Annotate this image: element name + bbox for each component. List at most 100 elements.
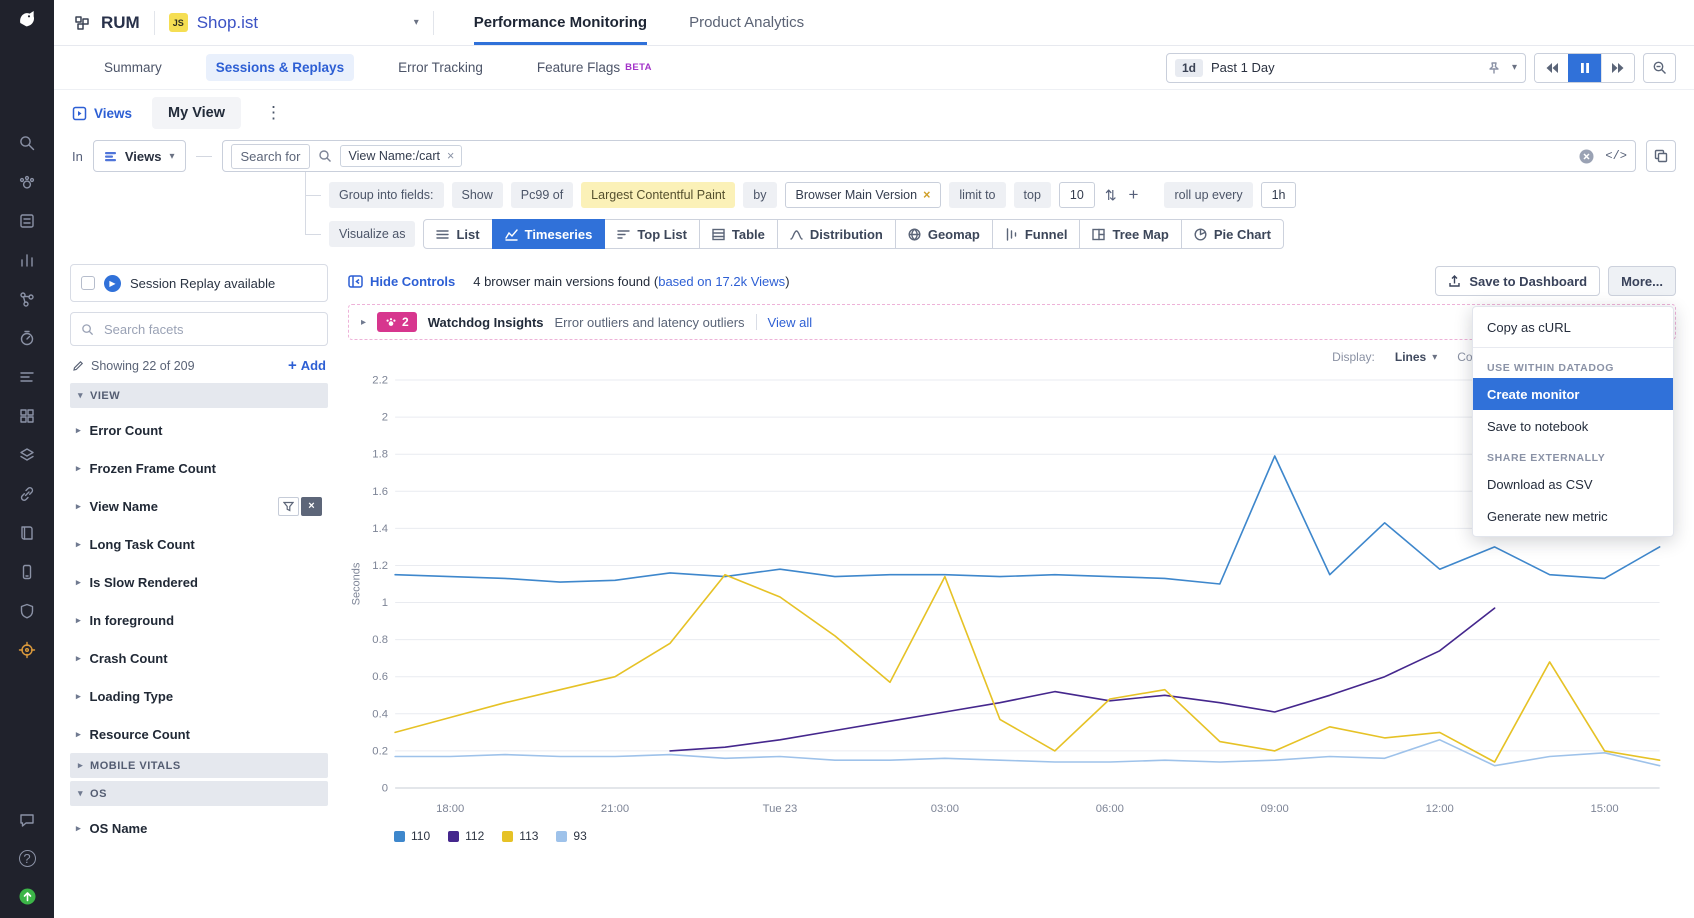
show-chip[interactable]: Show (452, 182, 503, 208)
limit-direction-chip[interactable]: top (1014, 182, 1051, 208)
viz-timeseries-button[interactable]: Timeseries (492, 219, 606, 249)
legend-item-112[interactable]: 112 (448, 829, 484, 843)
add-query-icon[interactable]: + (1127, 185, 1141, 205)
layers-icon[interactable] (17, 445, 37, 465)
tab-product-analytics[interactable]: Product Analytics (689, 0, 804, 45)
hide-controls-button[interactable]: Hide Controls (348, 274, 455, 289)
viz-top-list-button[interactable]: Top List (604, 219, 700, 249)
add-facet-button[interactable]: +Add (288, 357, 326, 374)
legend-item-113[interactable]: 113 (502, 829, 538, 843)
sort-order-icon[interactable]: ⇅ (1103, 187, 1119, 204)
tab-error-tracking[interactable]: Error Tracking (388, 54, 493, 81)
facet-error-count[interactable]: ▸Error Count (70, 411, 328, 449)
datadog-logo-icon[interactable] (17, 9, 37, 29)
facet-os-name[interactable]: ▸OS Name (70, 809, 328, 847)
watchdog-view-all-link[interactable]: View all (768, 315, 813, 330)
group-by-chip[interactable]: Browser Main Version × (785, 182, 942, 208)
facet-clear-filter-icon[interactable]: × (301, 497, 322, 516)
session-replay-filter[interactable]: ▶ Session Replay available (70, 264, 328, 302)
menu-item-copy-as-curl[interactable]: Copy as cURL (1473, 311, 1673, 343)
facet-crash-count[interactable]: ▸Crash Count (70, 639, 328, 677)
viz-list-button[interactable]: List (423, 219, 492, 249)
viz-tree-map-button[interactable]: Tree Map (1079, 219, 1181, 249)
search-input[interactable]: Search for View Name:/cart × </> (222, 140, 1637, 172)
group-into-fields-chip[interactable]: Group into fields: (329, 182, 444, 208)
menu-item-create-monitor[interactable]: Create monitor (1473, 378, 1673, 410)
viz-geomap-button[interactable]: Geomap (895, 219, 993, 249)
facet-section-os[interactable]: ▾ OS (70, 781, 328, 806)
application-selector[interactable]: JS Shop.ist ▾ (169, 13, 419, 33)
help-icon[interactable]: ? (17, 848, 37, 868)
search-icon[interactable] (17, 133, 37, 153)
logs-icon[interactable] (17, 211, 37, 231)
link-icon[interactable] (17, 484, 37, 504)
legend-item-110[interactable]: 110 (394, 829, 430, 843)
copy-query-icon[interactable] (1646, 140, 1676, 172)
pipelines-icon[interactable] (17, 367, 37, 387)
summary-link[interactable]: based on 17.2k Views (658, 274, 785, 289)
zoom-out-icon[interactable] (1643, 53, 1676, 83)
tab-performance-monitoring[interactable]: Performance Monitoring (474, 0, 647, 45)
tab-feature-flags[interactable]: Feature Flags BETA (527, 54, 662, 81)
facet-filter-icon[interactable] (278, 497, 299, 516)
tab-summary[interactable]: Summary (94, 54, 172, 81)
facet-search-input[interactable] (102, 321, 317, 338)
kebab-menu-icon[interactable]: ⋮ (261, 103, 286, 123)
facet-frozen-frame-count[interactable]: ▸Frozen Frame Count (70, 449, 328, 487)
mobile-icon[interactable] (17, 562, 37, 582)
status-icon[interactable] (17, 886, 37, 906)
viz-funnel-button[interactable]: Funnel (992, 219, 1081, 249)
code-view-icon[interactable]: </> (1605, 149, 1627, 163)
viz-table-button[interactable]: Table (699, 219, 778, 249)
viz-distribution-button[interactable]: Distribution (777, 219, 896, 249)
rollup-label-chip[interactable]: roll up every (1164, 182, 1252, 208)
dashboards-icon[interactable] (17, 406, 37, 426)
views-button[interactable]: Views (72, 106, 132, 121)
by-label-chip[interactable]: by (743, 182, 776, 208)
facet-section-mobile-vitals[interactable]: ▸ MOBILE VITALS (70, 753, 328, 778)
facet-is-slow-rendered[interactable]: ▸Is Slow Rendered (70, 563, 328, 601)
limit-value-chip[interactable]: 10 (1059, 182, 1095, 208)
facet-resource-count[interactable]: ▸Resource Count (70, 715, 328, 753)
time-range-selector[interactable]: 1d Past 1 Day ▾ (1166, 53, 1526, 83)
search-scope-dropdown[interactable]: Views ▾ (93, 140, 186, 172)
limit-to-chip[interactable]: limit to (949, 182, 1005, 208)
legend-item-93[interactable]: 93 (556, 829, 586, 843)
facet-long-task-count[interactable]: ▸Long Task Count (70, 525, 328, 563)
security-shield-icon[interactable] (17, 601, 37, 621)
session-replay-checkbox[interactable] (81, 276, 95, 290)
remove-filter-icon[interactable]: × (447, 149, 454, 163)
remove-group-by-icon[interactable]: × (923, 188, 930, 202)
service-graph-icon[interactable] (17, 289, 37, 309)
chevron-right-icon[interactable]: ▸ (361, 317, 366, 328)
docs-icon[interactable] (17, 523, 37, 543)
display-dropdown[interactable]: Lines▾ (1395, 350, 1437, 364)
facet-section-view[interactable]: ▾ VIEW (70, 383, 328, 408)
menu-item-download-as-csv[interactable]: Download as CSV (1473, 468, 1673, 500)
legend-swatch (448, 831, 459, 842)
forward-button[interactable] (1601, 54, 1634, 82)
tab-sessions-replays[interactable]: Sessions & Replays (206, 54, 354, 81)
metrics-icon[interactable] (17, 250, 37, 270)
menu-item-save-to-notebook[interactable]: Save to notebook (1473, 410, 1673, 442)
current-view-tab[interactable]: My View (152, 97, 241, 129)
pin-icon[interactable] (1484, 58, 1504, 78)
pause-button[interactable] (1568, 54, 1601, 82)
facet-in-foreground[interactable]: ▸In foreground (70, 601, 328, 639)
chat-icon[interactable] (17, 810, 37, 830)
facet-loading-type[interactable]: ▸Loading Type (70, 677, 328, 715)
apm-icon[interactable] (17, 328, 37, 348)
clear-search-icon[interactable] (1578, 148, 1595, 165)
viz-pie-chart-button[interactable]: Pie Chart (1181, 219, 1284, 249)
save-to-dashboard-button[interactable]: Save to Dashboard (1435, 266, 1600, 296)
search-filter-chip[interactable]: View Name:/cart × (340, 145, 462, 167)
aggregation-chip[interactable]: Pc99 of (511, 182, 573, 208)
more-button[interactable]: More... (1608, 266, 1676, 296)
rum-target-icon[interactable] (17, 640, 37, 660)
rollup-value-chip[interactable]: 1h (1261, 182, 1297, 208)
watchdog-paw-icon[interactable] (17, 172, 37, 192)
metric-chip[interactable]: Largest Contentful Paint (581, 182, 735, 208)
menu-item-generate-new-metric[interactable]: Generate new metric (1473, 500, 1673, 532)
facet-view-name[interactable]: ▸ View Name × (70, 487, 328, 525)
rewind-button[interactable] (1535, 54, 1568, 82)
